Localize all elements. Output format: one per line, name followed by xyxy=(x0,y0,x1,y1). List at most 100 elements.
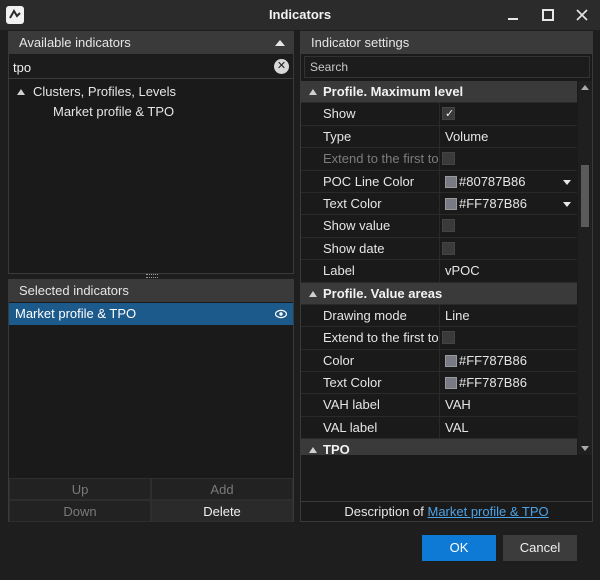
property-value-field[interactable]: Line xyxy=(441,305,577,326)
close-icon xyxy=(576,9,588,21)
property-value-field[interactable]: vPOC xyxy=(441,260,577,281)
color-value-field[interactable]: #80787B86 xyxy=(441,171,577,192)
section-caret-icon[interactable] xyxy=(309,290,317,297)
property-row-drawing-mode: Drawing mode Line xyxy=(301,304,577,328)
property-name: Show date xyxy=(301,237,440,260)
section-profile-maximum-level[interactable]: Profile. Maximum level xyxy=(301,81,577,104)
property-value: VAH xyxy=(445,397,471,413)
color-swatch[interactable] xyxy=(445,377,457,390)
section-profile-value-areas[interactable]: Profile. Value areas xyxy=(301,282,577,305)
tree-indicator-label: Market profile & TPO xyxy=(53,104,175,119)
section-caret-icon[interactable] xyxy=(309,447,317,454)
selected-indicator-label: Market profile & TPO xyxy=(15,306,137,321)
property-name: Type xyxy=(301,125,440,148)
property-value: Line xyxy=(445,307,470,323)
property-checkbox[interactable] xyxy=(442,241,455,255)
property-row-show-date: Show date xyxy=(301,237,577,261)
dropdown-arrow-icon[interactable] xyxy=(563,179,571,185)
description-link[interactable]: Market profile & TPO xyxy=(427,504,548,519)
property-row-extend-to-the-first-to: Extend to the first to xyxy=(301,327,577,350)
available-indicators-title: Available indicators xyxy=(19,35,131,50)
property-row-show: Show ✓ xyxy=(301,103,577,126)
property-name: Show value xyxy=(301,215,440,237)
property-name: VAH label xyxy=(301,394,440,416)
property-value: #FF787B86 xyxy=(459,375,527,391)
settings-search-box xyxy=(304,56,590,78)
property-name: Color xyxy=(301,349,440,372)
selected-indicators-header: Selected indicators xyxy=(9,280,293,302)
maximize-button[interactable] xyxy=(538,5,558,25)
property-value-field[interactable]: VAL xyxy=(441,417,577,438)
tree-group-item[interactable]: Clusters, Profiles, Levels xyxy=(9,82,293,102)
title-bar: Indicators xyxy=(0,0,600,30)
property-checkbox[interactable] xyxy=(442,219,455,233)
available-indicators-panel: Available indicators ✕ Clusters, Profile… xyxy=(8,31,294,274)
settings-search-input[interactable] xyxy=(305,57,585,77)
property-name: Text Color xyxy=(301,192,440,215)
collapse-arrow-icon[interactable] xyxy=(275,40,285,46)
property-checkbox[interactable] xyxy=(442,331,455,345)
indicator-settings-title: Indicator settings xyxy=(311,35,410,50)
tree-indicator-item[interactable]: Market profile & TPO xyxy=(9,102,293,122)
property-value: Volume xyxy=(445,128,489,144)
section-tpo[interactable]: TPO xyxy=(301,439,577,455)
property-value: VAL xyxy=(445,419,469,435)
maximize-icon xyxy=(542,9,554,21)
minimize-icon xyxy=(508,18,518,20)
up-button[interactable]: Up xyxy=(9,478,151,500)
section-title: TPO xyxy=(323,442,350,455)
property-row-type: Type Volume xyxy=(301,125,577,149)
property-value-field[interactable]: VAH xyxy=(441,394,577,415)
indicator-settings-panel: Indicator settings Profile. Maximum leve… xyxy=(300,31,593,522)
scrollbar-thumb[interactable] xyxy=(581,165,589,227)
color-value-field[interactable]: #FF787B86 xyxy=(441,372,577,393)
indicator-search-box: ✕ xyxy=(9,55,293,79)
clear-search-icon[interactable]: ✕ xyxy=(274,59,289,74)
property-grid: Profile. Maximum level Show ✓ Type Volume Ext… xyxy=(301,81,577,455)
property-name: Extend to the first to xyxy=(301,148,440,170)
selected-indicators-panel: Selected indicators Market profile & TPO… xyxy=(8,279,294,522)
color-swatch[interactable] xyxy=(445,197,457,210)
property-value: vPOC xyxy=(445,263,480,279)
down-button[interactable]: Down xyxy=(9,500,151,522)
property-name: VAL label xyxy=(301,416,440,439)
color-value-field[interactable]: #FF787B86 xyxy=(441,350,577,371)
cancel-button[interactable]: Cancel xyxy=(503,535,577,561)
scroll-down-icon[interactable] xyxy=(581,446,589,451)
indicator-search-input[interactable] xyxy=(13,58,268,76)
delete-button[interactable]: Delete xyxy=(151,500,293,522)
color-swatch[interactable] xyxy=(445,175,457,188)
property-name: Text Color xyxy=(301,372,440,394)
close-button[interactable] xyxy=(572,5,592,25)
property-row-val-label: VAL label VAL xyxy=(301,416,577,440)
section-title: Profile. Value areas xyxy=(323,285,443,301)
property-row-poc-line-color: POC Line Color #80787B86 xyxy=(301,170,577,193)
selected-actions: Up Add Down Delete xyxy=(9,478,293,522)
eye-icon[interactable] xyxy=(275,309,287,319)
minimize-button[interactable] xyxy=(503,5,523,25)
expand-caret-icon[interactable] xyxy=(17,89,25,95)
indicator-tree: Clusters, Profiles, Levels Market profil… xyxy=(9,82,293,122)
property-row-extend-to-the-first-to: Extend to the first to xyxy=(301,148,577,171)
property-value-field[interactable]: Volume xyxy=(441,126,577,147)
color-value-field[interactable]: #FF787B86 xyxy=(441,193,577,214)
indicator-settings-header: Indicator settings xyxy=(301,32,592,54)
property-name: Drawing mode xyxy=(301,304,440,327)
property-value: #80787B86 xyxy=(459,173,526,189)
selected-indicator-item[interactable]: Market profile & TPO xyxy=(9,303,293,325)
dropdown-arrow-icon[interactable] xyxy=(563,201,571,207)
property-row-label: Label vPOC xyxy=(301,260,577,283)
add-button[interactable]: Add xyxy=(151,478,293,500)
scroll-up-icon[interactable] xyxy=(581,85,589,90)
property-grid-scrollbar[interactable] xyxy=(578,81,592,455)
property-checkbox xyxy=(442,152,455,166)
ok-button[interactable]: OK xyxy=(422,535,496,561)
property-checkbox[interactable]: ✓ xyxy=(442,107,455,121)
available-indicators-header[interactable]: Available indicators xyxy=(9,32,293,54)
section-caret-icon[interactable] xyxy=(309,89,317,95)
property-row-text-color: Text Color #FF787B86 xyxy=(301,372,577,395)
property-name: POC Line Color xyxy=(301,170,440,192)
property-row-color: Color #FF787B86 xyxy=(301,349,577,373)
panel-splitter-handle[interactable] xyxy=(146,274,158,278)
color-swatch[interactable] xyxy=(445,354,457,367)
